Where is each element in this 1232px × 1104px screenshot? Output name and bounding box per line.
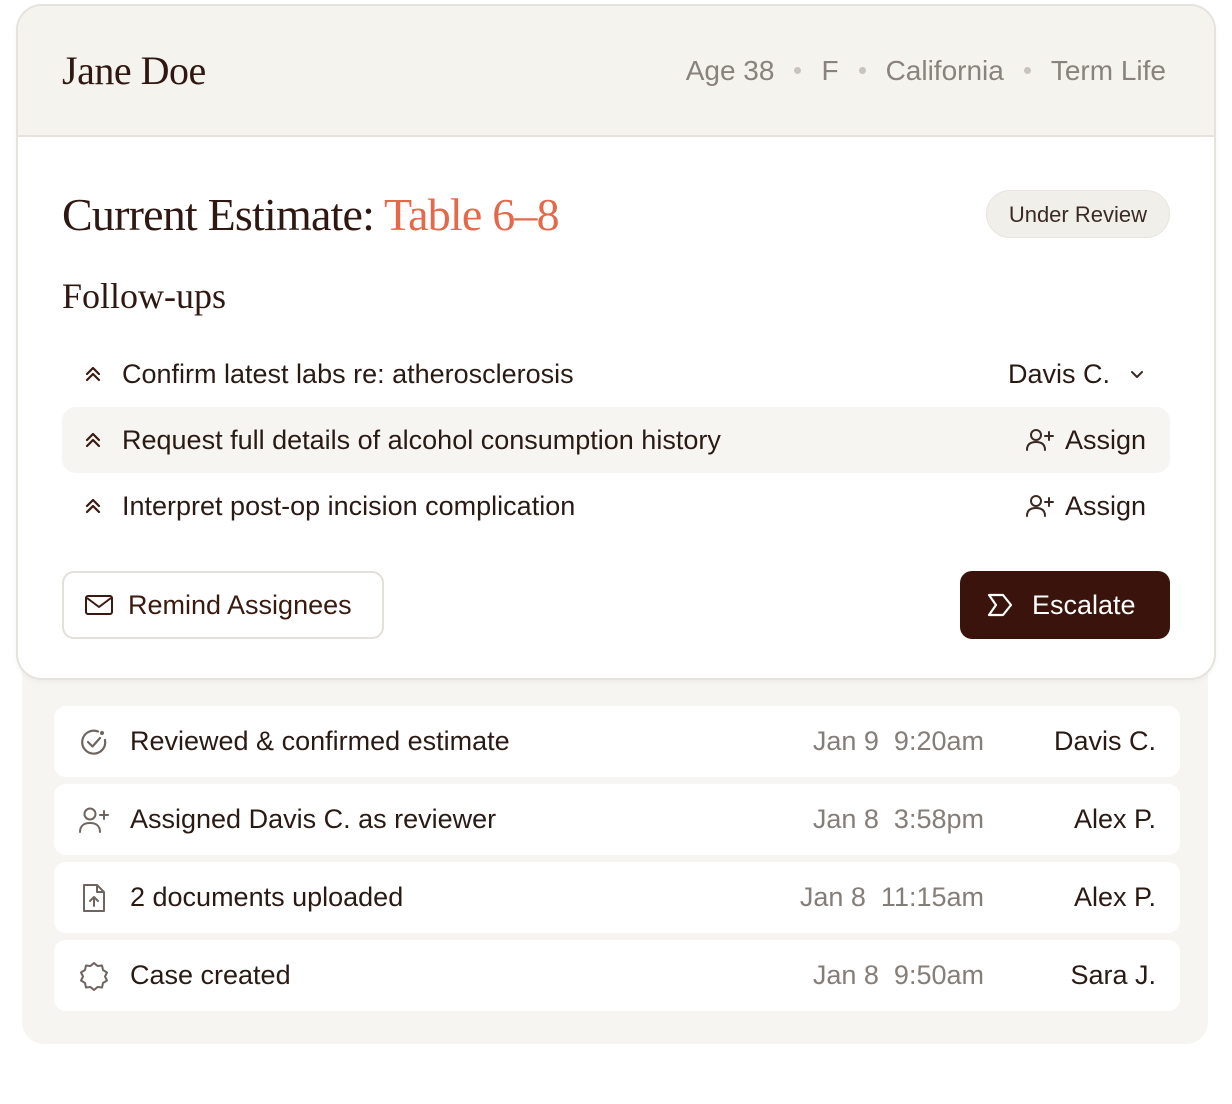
followup-item[interactable]: Interpret post-op incision complication … [62,473,1170,539]
followup-item[interactable]: Request full details of alcohol consumpt… [62,407,1170,473]
meta-age: Age 38 [685,54,775,86]
activity-text: Assigned Davis C. as reviewer [130,804,497,834]
chevrons-up-icon [82,495,104,517]
activity-user: Sara J. [1070,960,1156,990]
estimate-label: Current Estimate: [62,188,375,240]
activity-row: 2 documents uploaded Jan 8 11:15am Alex … [54,862,1180,933]
activity-user: Alex P. [1073,804,1156,834]
assign-button[interactable]: Assign [1025,491,1146,522]
activity-text: 2 documents uploaded [130,882,404,912]
assignee-name: Davis C. [1007,358,1110,389]
activity-user: Alex P. [1073,882,1156,912]
activity-user: Davis C. [1053,726,1156,756]
estimate-row: Current Estimate: Table 6–8 Under Review [62,137,1170,285]
user-plus-icon [1025,427,1055,453]
meta-product: Term Life [1050,54,1166,86]
applicant-name: Jane Doe [62,48,206,93]
followups-title: Follow-ups [62,276,227,316]
meta-sex: F [821,54,839,86]
followup-text: Interpret post-op incision complication [122,490,576,521]
followup-text: Request full details of alcohol consumpt… [122,424,721,455]
check-circle-icon [78,726,110,758]
activity-text: Case created [130,960,291,990]
escalate-label: Escalate [1032,589,1136,620]
assign-button[interactable]: Assign [1025,425,1146,456]
followup-item[interactable]: Confirm latest labs re: atherosclerosis … [62,341,1170,407]
activity-row: Reviewed & confirmed estimate Jan 9 9:20… [54,706,1180,777]
assignee-dropdown[interactable]: Davis C. [1008,359,1146,390]
escalate-button[interactable]: Escalate [960,571,1170,639]
separator-dot [1023,67,1031,74]
remind-label: Remind Assignees [128,589,352,620]
activity-time: Jan 9 9:20am [812,726,984,756]
estimate-value: Table 6–8 [384,188,560,240]
followups-list: Confirm latest labs re: atherosclerosis … [62,341,1170,539]
file-upload-icon [78,882,110,914]
assign-label: Assign [1064,424,1146,455]
activity-list: Reviewed & confirmed estimate Jan 9 9:20… [54,706,1180,1018]
activity-row: Case created Jan 8 9:50am Sara J. [54,940,1180,1011]
activity-text: Reviewed & confirmed estimate [130,726,510,756]
estimate-title: Current Estimate: Table 6–8 [62,188,560,241]
activity-time: Jan 8 9:50am [812,960,984,990]
applicant-meta: Age 38 F California Term Life [686,55,1166,87]
chevron-down-icon [1128,365,1146,383]
actions-row: Remind Assignees Escalate [62,571,1170,639]
user-plus-icon [1025,493,1055,519]
followup-text: Confirm latest labs re: atherosclerosis [122,358,574,389]
separator-dot [858,67,866,74]
status-badge: Under Review [985,190,1170,238]
user-plus-icon [78,804,110,836]
separator-dot [794,67,802,74]
assign-label: Assign [1064,490,1146,521]
case-card: Jane Doe Age 38 F California Term Life C… [16,4,1216,680]
chevrons-up-icon [82,363,104,385]
escalate-icon [986,592,1014,618]
chevrons-up-icon [82,429,104,451]
remind-assignees-button[interactable]: Remind Assignees [62,571,384,639]
activity-time: Jan 8 11:15am [799,882,984,912]
activity-row: Assigned Davis C. as reviewer Jan 8 3:58… [54,784,1180,855]
meta-state: California [885,54,1004,86]
activity-time: Jan 8 3:58pm [812,804,984,834]
badge-icon [78,960,110,992]
case-body: Current Estimate: Table 6–8 Under Review… [18,137,1214,639]
mail-icon [84,593,114,617]
case-header: Jane Doe Age 38 F California Term Life [18,6,1214,137]
